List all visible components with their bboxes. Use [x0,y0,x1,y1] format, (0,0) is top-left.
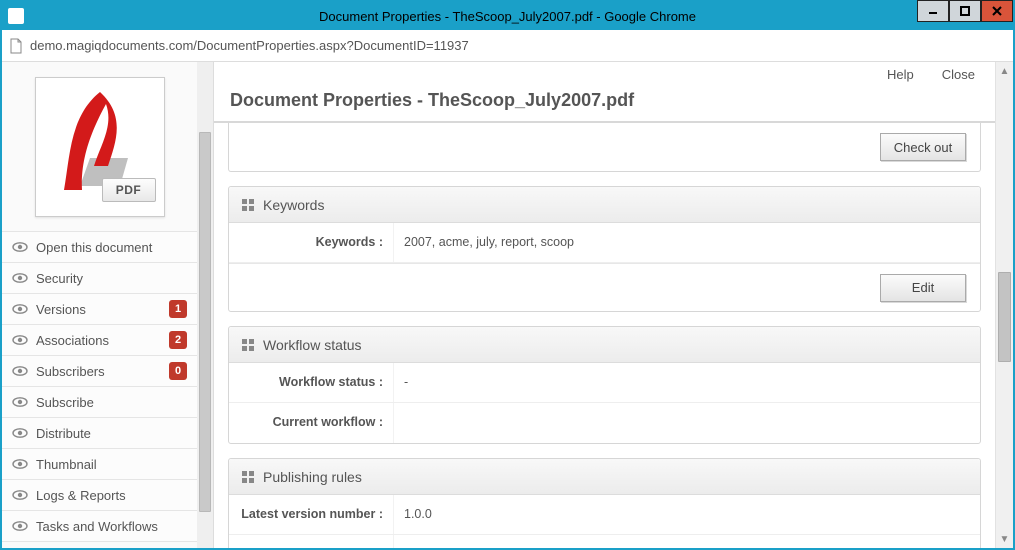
page-title: Document Properties - TheScoop_July2007.… [214,86,995,123]
page-icon [8,38,24,54]
field-label: Workflow status : [229,363,393,402]
client-area: PDF Open this document Security Versions [2,62,1013,548]
eye-icon [12,363,28,379]
field-row: Workflow status : - [229,363,980,403]
grid-icon [241,198,255,212]
checkout-panel: Check out [228,123,981,172]
sidebar-item-subscribe[interactable]: Subscribe [2,387,197,418]
field-row: Latest version number : 1.0.0 [229,495,980,535]
sidebar-item-label: Distribute [36,426,187,441]
eye-icon [12,425,28,441]
maximize-button[interactable] [949,0,981,22]
field-label: Latest version number : [229,495,393,534]
field-value: 1.0.0 [393,495,980,534]
field-label: Current workflow : [229,403,393,443]
window-buttons [917,2,1013,30]
window-title: Document Properties - TheScoop_July2007.… [2,9,1013,24]
sidebar-item-label: Open this document [36,240,187,255]
sidebar: PDF Open this document Security Versions [2,62,214,548]
sidebar-item-tasks-workflows[interactable]: Tasks and Workflows [2,511,197,542]
panel-header: Workflow status [229,327,980,363]
sidebar-item-label: Associations [36,333,161,348]
pdf-badge: PDF [102,178,156,202]
main-scrollbar[interactable]: ▲ ▼ [995,62,1013,548]
sidebar-item-label: Logs & Reports [36,488,187,503]
field-row: Keywords : 2007, acme, july, report, sco… [229,223,980,263]
publishing-panel: Publishing rules Latest version number :… [228,458,981,548]
sidebar-item-label: Security [36,271,187,286]
grid-icon [241,338,255,352]
eye-icon [12,239,28,255]
field-label: Keywords : [229,223,393,262]
sidebar-item-subscribers[interactable]: Subscribers 0 [2,356,197,387]
eye-icon [12,518,28,534]
eye-icon [12,487,28,503]
field-row: Current workflow : [229,403,980,443]
thumbnail-panel: PDF [2,62,197,232]
sidebar-item-label: Subscribe [36,395,187,410]
scrollbar-thumb[interactable] [998,272,1011,362]
count-badge: 1 [169,300,187,318]
grid-icon [241,470,255,484]
close-window-button[interactable] [981,0,1013,22]
sidebar-item-security[interactable]: Security [2,263,197,294]
sidebar-list: Open this document Security Versions 1 A… [2,232,197,542]
close-link[interactable]: Close [942,67,975,82]
sidebar-item-distribute[interactable]: Distribute [2,418,197,449]
sidebar-item-label: Subscribers [36,364,161,379]
sidebar-item-open-document[interactable]: Open this document [2,232,197,263]
sidebar-item-label: Thumbnail [36,457,187,472]
count-badge: 0 [169,362,187,380]
sidebar-item-logs-reports[interactable]: Logs & Reports [2,480,197,511]
eye-icon [12,301,28,317]
titlebar: Document Properties - TheScoop_July2007.… [2,2,1013,30]
address-bar: demo.magiqdocuments.com/DocumentProperti… [2,30,1013,62]
url-text[interactable]: demo.magiqdocuments.com/DocumentProperti… [30,38,1007,53]
main-area: Help Close Document Properties - TheScoo… [214,62,1013,548]
field-label: Published version : [229,535,393,548]
eye-icon [12,394,28,410]
panel-header: Keywords [229,187,980,223]
edit-button[interactable]: Edit [880,274,966,302]
field-value: 1.0.0 [393,535,980,548]
panel-title: Keywords [263,197,324,213]
top-links: Help Close [214,62,995,86]
count-badge: 2 [169,331,187,349]
eye-icon [12,332,28,348]
chrome-icon [8,8,24,24]
check-out-button[interactable]: Check out [880,133,966,161]
sidebar-scrollbar[interactable] [197,62,213,548]
field-value: - [393,363,980,402]
sidebar-item-versions[interactable]: Versions 1 [2,294,197,325]
field-row: Published version : 1.0.0 [229,535,980,548]
keywords-panel: Keywords Keywords : 2007, acme, july, re… [228,186,981,312]
sidebar-item-label: Versions [36,302,161,317]
scrollbar-thumb[interactable] [199,132,211,512]
panel-title: Workflow status [263,337,362,353]
help-link[interactable]: Help [887,67,914,82]
field-value: 2007, acme, july, report, scoop [393,223,980,262]
scroll-down-icon[interactable]: ▼ [996,530,1013,548]
sidebar-item-thumbnail[interactable]: Thumbnail [2,449,197,480]
window: Document Properties - TheScoop_July2007.… [0,0,1015,550]
eye-icon [12,456,28,472]
sidebar-item-associations[interactable]: Associations 2 [2,325,197,356]
workflow-panel: Workflow status Workflow status : - Curr… [228,326,981,444]
sidebar-item-label: Tasks and Workflows [36,519,187,534]
document-thumbnail: PDF [35,77,165,217]
field-value [393,403,980,443]
content-body: Check out Keywords Keywords : 2007, acme… [214,123,995,548]
panel-title: Publishing rules [263,469,362,485]
scroll-up-icon[interactable]: ▲ [996,62,1013,80]
minimize-button[interactable] [917,0,949,22]
eye-icon [12,270,28,286]
panel-header: Publishing rules [229,459,980,495]
